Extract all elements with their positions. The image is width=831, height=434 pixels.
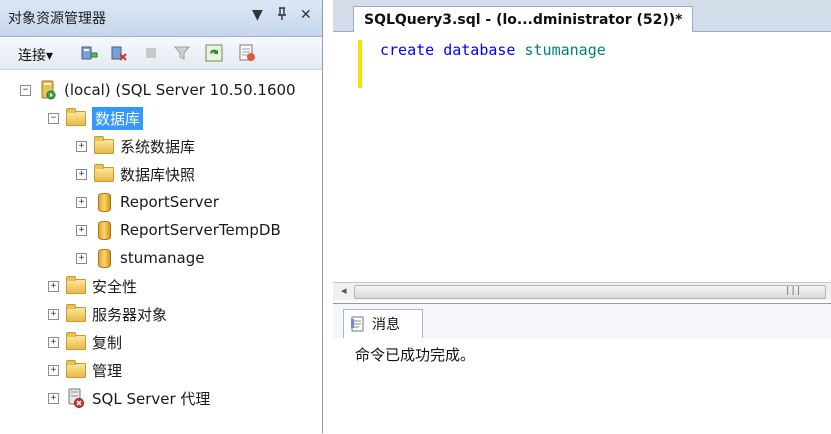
message-text: 命令已成功完成。 bbox=[355, 346, 476, 364]
expand-icon[interactable]: + bbox=[48, 308, 59, 320]
tree-node-label: 安全性 bbox=[92, 277, 138, 296]
object-explorer-panel: 对象资源管理器 ▼ ✕ 连接▾ − (local) (SQL Server 10… bbox=[0, 0, 323, 433]
sql-code-line: create database stumanage bbox=[380, 41, 606, 59]
tree-node-label: 管理 bbox=[92, 361, 123, 380]
tree-node-label: 数据库快照 bbox=[120, 165, 196, 184]
messages-tab[interactable]: 消息 bbox=[343, 309, 423, 338]
results-tab-strip: 消息 bbox=[333, 304, 831, 338]
changed-line-marker bbox=[358, 40, 362, 88]
tree-node-security[interactable]: + 安全性 bbox=[48, 273, 137, 299]
folder-icon bbox=[66, 107, 86, 127]
tree-node-label-selected: 数据库 bbox=[92, 106, 144, 130]
tree-node-replication[interactable]: + 复制 bbox=[48, 329, 122, 355]
object-explorer-tree: − (local) (SQL Server 10.50.1600 − 数据库 +… bbox=[0, 72, 322, 433]
query-tab[interactable]: SQLQuery3.sql - (lo...dministrator (52))… bbox=[353, 6, 694, 32]
disconnect-icon[interactable] bbox=[110, 44, 128, 62]
tree-node-label: 复制 bbox=[92, 333, 123, 352]
sql-keyword: create bbox=[380, 41, 435, 59]
folder-icon bbox=[66, 303, 86, 323]
expand-icon[interactable]: + bbox=[48, 336, 59, 348]
connect-dropdown-button[interactable]: 连接▾ bbox=[18, 45, 53, 65]
folder-icon bbox=[66, 275, 86, 295]
tree-node-reportservertempdb[interactable]: + ReportServerTempDB bbox=[76, 217, 281, 243]
expand-icon[interactable]: + bbox=[48, 280, 59, 292]
sql-identifier: stumanage bbox=[524, 41, 606, 59]
expand-icon[interactable]: + bbox=[76, 224, 87, 236]
stop-icon[interactable] bbox=[142, 44, 160, 62]
object-explorer-titlebar: 对象资源管理器 ▼ ✕ bbox=[0, 0, 322, 37]
tree-node-server-objects[interactable]: + 服务器对象 bbox=[48, 301, 167, 327]
tree-node-management[interactable]: + 管理 bbox=[48, 357, 122, 383]
filter-icon[interactable] bbox=[173, 44, 191, 62]
query-tab-title: SQLQuery3.sql - (lo...dministrator (52))… bbox=[364, 11, 683, 28]
database-icon bbox=[94, 220, 114, 240]
scroll-grip-icon: ||| bbox=[785, 286, 802, 296]
new-query-icon[interactable] bbox=[238, 44, 256, 62]
pin-icon-svg bbox=[278, 7, 286, 20]
server-icon bbox=[38, 80, 58, 100]
connect-server-icon[interactable] bbox=[80, 44, 98, 62]
refresh-icon[interactable] bbox=[205, 44, 223, 62]
database-icon bbox=[94, 248, 114, 268]
tree-node-sql-agent[interactable]: + SQL Server 代理 bbox=[48, 385, 210, 411]
messages-icon bbox=[350, 316, 366, 332]
pin-icon[interactable] bbox=[276, 7, 288, 25]
document-tab-strip: SQLQuery3.sql - (lo...dministrator (52))… bbox=[333, 0, 831, 32]
expand-icon[interactable]: + bbox=[48, 392, 59, 404]
scroll-left-icon[interactable]: ◂ bbox=[341, 284, 347, 297]
expand-icon[interactable]: + bbox=[76, 252, 87, 264]
folder-icon bbox=[66, 359, 86, 379]
tree-node-label: 系统数据库 bbox=[120, 137, 196, 156]
expand-icon[interactable]: + bbox=[48, 364, 59, 376]
expand-icon[interactable]: + bbox=[76, 168, 87, 180]
collapse-icon[interactable]: − bbox=[20, 84, 31, 96]
results-pane: 消息 命令已成功完成。 bbox=[333, 303, 831, 434]
tree-node-label: ReportServerTempDB bbox=[120, 221, 281, 239]
tree-node-databases[interactable]: − 数据库 bbox=[48, 105, 144, 131]
query-editor-pane: SQLQuery3.sql - (lo...dministrator (52))… bbox=[333, 0, 831, 300]
sql-agent-icon bbox=[66, 388, 86, 408]
tree-node-system-databases[interactable]: + 系统数据库 bbox=[76, 133, 195, 159]
expand-icon[interactable]: + bbox=[76, 196, 87, 208]
tree-node-database-snapshots[interactable]: + 数据库快照 bbox=[76, 161, 195, 187]
sql-editor[interactable]: create database stumanage bbox=[333, 32, 831, 282]
object-explorer-title: 对象资源管理器 bbox=[8, 11, 106, 27]
tree-node-label: SQL Server 代理 bbox=[92, 389, 211, 408]
messages-tab-label: 消息 bbox=[372, 317, 400, 333]
folder-icon bbox=[94, 135, 114, 155]
folder-icon bbox=[66, 331, 86, 351]
close-icon[interactable]: ✕ bbox=[300, 7, 312, 23]
tree-node-reportserver[interactable]: + ReportServer bbox=[76, 189, 219, 215]
tree-node-label: ReportServer bbox=[120, 193, 219, 211]
tree-node-server[interactable]: − (local) (SQL Server 10.50.1600 bbox=[20, 77, 296, 103]
expand-icon[interactable]: + bbox=[76, 140, 87, 152]
tree-node-label: stumanage bbox=[120, 249, 205, 267]
sql-keyword: database bbox=[443, 41, 516, 59]
folder-icon bbox=[94, 163, 114, 183]
scrollbar-thumb[interactable]: ||| bbox=[354, 285, 826, 299]
object-explorer-toolbar: 连接▾ bbox=[0, 37, 322, 70]
window-position-dropdown-icon[interactable]: ▼ bbox=[252, 7, 263, 23]
tree-node-label: 服务器对象 bbox=[92, 305, 168, 324]
tree-node-label: (local) (SQL Server 10.50.1600 bbox=[64, 81, 296, 99]
collapse-icon[interactable]: − bbox=[48, 112, 59, 124]
tree-node-stumanage[interactable]: + stumanage bbox=[76, 245, 204, 271]
database-icon bbox=[94, 192, 114, 212]
horizontal-scrollbar[interactable]: ◂ ||| bbox=[333, 282, 831, 300]
